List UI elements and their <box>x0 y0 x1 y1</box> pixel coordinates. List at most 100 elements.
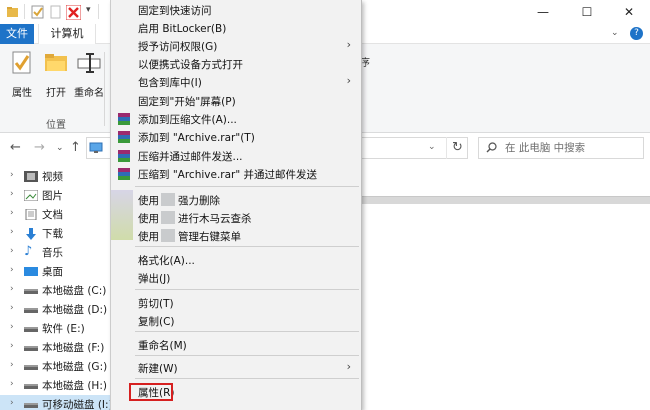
menu-item-new[interactable]: 新建(W) › <box>111 358 363 378</box>
back-arrow-icon[interactable]: ← <box>10 140 21 155</box>
menu-item-label: 使用 <box>138 195 159 207</box>
menu-item-label: 弹出(J) <box>138 273 171 285</box>
tab-computer[interactable]: 计算机 <box>38 24 96 44</box>
expand-chevron-icon[interactable]: › <box>10 303 14 313</box>
rename-button[interactable]: 重命名 <box>72 50 106 99</box>
nav-item-label: 可移动磁盘 (I:) <box>42 399 113 410</box>
address-dropdown-icon[interactable]: ⌄ <box>428 142 436 152</box>
nav-item-videos[interactable]: › 视频 <box>0 167 110 186</box>
expand-chevron-icon[interactable]: › <box>10 208 14 218</box>
ribbon-collapse-icon[interactable]: ⌄ <box>611 28 619 38</box>
nav-item-label: 视频 <box>42 171 63 183</box>
drive-icon <box>24 304 38 315</box>
menu-item-manage-context-menu[interactable]: 使用 管理右键菜单 <box>111 226 363 246</box>
expand-chevron-icon[interactable]: › <box>10 284 14 294</box>
expand-chevron-icon[interactable]: › <box>10 322 14 332</box>
expand-chevron-icon[interactable]: › <box>10 246 14 256</box>
properties-quick-icon[interactable] <box>31 5 44 19</box>
minimize-button[interactable]: — <box>522 0 564 24</box>
menu-item-label: 重命名(M) <box>138 340 187 352</box>
nav-item-drive-i[interactable]: › 可移动磁盘 (I:) <box>0 395 113 410</box>
expand-chevron-icon[interactable]: › <box>10 170 14 180</box>
menu-item-label: 固定到"开始"屏幕(P) <box>138 96 236 108</box>
new-folder-quick-icon[interactable] <box>49 5 62 19</box>
menu-separator <box>135 246 359 247</box>
menu-item-include-library[interactable]: 包含到库中(I) › <box>111 72 363 92</box>
menu-item-copy[interactable]: 复制(C) <box>111 311 363 331</box>
menu-item-force-delete[interactable]: 使用 强力删除 <box>111 190 363 210</box>
menu-item-cut[interactable]: 剪切(T) <box>111 293 363 313</box>
nav-item-drive-c[interactable]: › 本地磁盘 (C:) <box>0 281 110 300</box>
menu-item-label: 使用 <box>138 231 159 243</box>
nav-item-drive-f[interactable]: › 本地磁盘 (F:) <box>0 338 110 357</box>
drive-icon <box>24 285 38 296</box>
menu-item-label: 新建(W) <box>138 363 178 375</box>
documents-icon <box>24 208 38 221</box>
context-menu: 固定到快速访问 启用 BitLocker(B) 授予访问权限(G) › 以便携式… <box>110 0 362 410</box>
menu-item-add-archive-rar[interactable]: 添加到 "Archive.rar"(T) <box>111 127 363 147</box>
menu-item-label-suffix: 管理右键菜单 <box>178 231 241 243</box>
delete-quick-icon[interactable] <box>65 4 82 21</box>
menu-item-open-portable[interactable]: 以便携式设备方式打开 <box>111 54 363 74</box>
refresh-icon[interactable]: ↻ <box>446 137 468 159</box>
pictures-icon <box>23 189 39 202</box>
menu-item-eject[interactable]: 弹出(J) <box>111 268 363 288</box>
menu-item-bitlocker[interactable]: 启用 BitLocker(B) <box>111 18 363 38</box>
close-button[interactable]: ✕ <box>608 0 650 24</box>
nav-item-downloads[interactable]: › 下载 <box>0 224 110 243</box>
menu-item-label: 添加到 "Archive.rar"(T) <box>138 132 255 144</box>
recent-locations-icon[interactable]: ⌄ <box>56 143 64 153</box>
menu-item-label: 授予访问权限(G) <box>138 41 218 53</box>
expand-chevron-icon[interactable]: › <box>10 379 14 389</box>
this-pc-icon <box>89 142 103 153</box>
menu-item-trojan-scan[interactable]: 使用 进行木马云查杀 <box>111 208 363 228</box>
nav-item-music[interactable]: › ♪ 音乐 <box>0 243 110 262</box>
menu-item-add-archive[interactable]: 添加到压缩文件(A)... <box>111 109 363 129</box>
winrar-icon <box>118 150 130 162</box>
separator <box>98 4 99 19</box>
menu-item-pin-start[interactable]: 固定到"开始"屏幕(P) <box>111 91 363 111</box>
help-icon[interactable]: ? <box>630 27 643 40</box>
menu-item-compress-rar-email[interactable]: 压缩到 "Archive.rar" 并通过邮件发送 <box>111 164 363 184</box>
tab-file[interactable]: 文件 <box>0 24 34 44</box>
expand-chevron-icon[interactable]: › <box>10 341 14 351</box>
menu-item-label-suffix: 进行木马云查杀 <box>178 213 252 225</box>
expand-chevron-icon[interactable]: › <box>10 265 14 275</box>
up-arrow-icon[interactable]: ↑ <box>70 140 81 155</box>
winrar-icon <box>118 168 130 180</box>
open-folder-icon <box>43 50 69 76</box>
expand-chevron-icon[interactable]: › <box>10 398 14 408</box>
nav-item-pictures[interactable]: › 图片 <box>0 186 110 205</box>
expand-chevron-icon[interactable]: › <box>10 227 14 237</box>
menu-item-rename[interactable]: 重命名(M) <box>111 335 363 355</box>
nav-item-drive-d[interactable]: › 本地磁盘 (D:) <box>0 300 110 319</box>
nav-item-drive-g[interactable]: › 本地磁盘 (G:) <box>0 357 110 376</box>
maximize-button[interactable]: ☐ <box>566 0 608 24</box>
menu-item-label: 固定到快速访问 <box>138 5 212 17</box>
open-button[interactable]: 打开 <box>39 50 73 99</box>
menu-item-label: 添加到压缩文件(A)... <box>138 114 237 126</box>
expand-chevron-icon[interactable]: › <box>10 189 14 199</box>
music-icon: ♪ <box>24 244 33 259</box>
menu-item-label: 使用 <box>138 213 159 225</box>
expand-chevron-icon[interactable]: › <box>10 360 14 370</box>
nav-item-drive-h[interactable]: › 本地磁盘 (H:) <box>0 376 110 395</box>
menu-item-format[interactable]: 格式化(A)... <box>111 250 363 270</box>
separator <box>24 4 25 19</box>
search-input[interactable]: 在 此电脑 中搜索 <box>478 137 644 159</box>
highlight-box <box>129 383 173 401</box>
menu-item-grant-access[interactable]: 授予访问权限(G) › <box>111 36 363 56</box>
forward-arrow-icon[interactable]: → <box>34 140 45 155</box>
menu-item-label: 复制(C) <box>138 316 175 328</box>
menu-item-compress-email[interactable]: 压缩并通过邮件发送... <box>111 146 363 166</box>
nav-item-label: 文档 <box>42 209 63 221</box>
nav-item-desktop[interactable]: › 桌面 <box>0 262 110 281</box>
menu-item-pin-quick-access[interactable]: 固定到快速访问 <box>111 0 363 20</box>
winrar-icon <box>118 131 130 143</box>
drive-icon <box>24 323 38 334</box>
menu-item-label: 以便携式设备方式打开 <box>138 59 243 71</box>
properties-button[interactable]: 属性 <box>5 50 39 99</box>
customize-quick-access-icon[interactable]: ▾ <box>86 5 91 15</box>
nav-item-drive-e[interactable]: › 软件 (E:) <box>0 319 110 338</box>
nav-item-documents[interactable]: › 文档 <box>0 205 110 224</box>
